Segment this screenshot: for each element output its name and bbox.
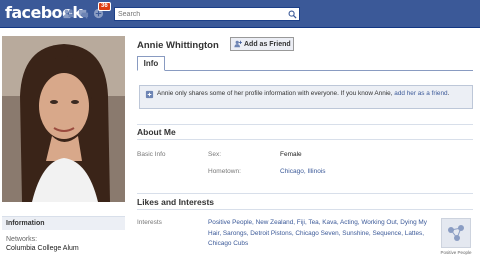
basic-info-label: Basic Info xyxy=(137,151,166,158)
tab-divider xyxy=(137,70,473,71)
positive-people-page-icon[interactable] xyxy=(441,218,471,248)
notice-period: . xyxy=(447,90,450,97)
info-icon xyxy=(145,90,154,99)
add-friend-label: Add as Friend xyxy=(244,40,291,48)
about-divider xyxy=(137,124,473,125)
profile-name: Annie Whittington xyxy=(137,40,219,51)
likes-divider xyxy=(137,193,473,194)
sidebar-info: Information Networks: Columbia College A… xyxy=(2,216,125,258)
messages-icon[interactable] xyxy=(78,8,89,19)
networks-label: Networks: xyxy=(6,236,38,243)
sidebar-info-header: Information xyxy=(2,216,125,230)
sex-label: Sex: xyxy=(208,151,222,158)
search-box[interactable] xyxy=(114,7,300,21)
search-icon[interactable] xyxy=(288,10,297,19)
about-title: About Me xyxy=(137,127,176,137)
tab-info[interactable]: Info xyxy=(137,56,165,71)
interests-label: Interests xyxy=(137,219,162,226)
add-her-link[interactable]: add her as a friend xyxy=(394,90,447,97)
interests-value[interactable]: Positive People, New Zealand, Fiji, Tea,… xyxy=(208,218,428,250)
hometown-label: Hometown: xyxy=(208,168,241,175)
add-friend-button[interactable]: Add as Friend xyxy=(230,37,294,51)
privacy-notice: Annie only shares some of her profile in… xyxy=(139,85,473,109)
sex-value: Female xyxy=(280,151,302,158)
likes-underline xyxy=(137,209,473,210)
notice-text: Annie only shares some of her profile in… xyxy=(157,90,395,97)
page-caption[interactable]: Positive People xyxy=(438,250,474,255)
top-bar: facebook 36 xyxy=(0,0,480,28)
networks-value: Columbia College Alum xyxy=(6,245,79,252)
friends-icon[interactable] xyxy=(63,8,74,19)
add-friend-icon xyxy=(234,40,242,48)
profile-photo[interactable] xyxy=(2,36,125,202)
hometown-value[interactable]: Chicago, Illinois xyxy=(280,168,326,175)
search-input[interactable] xyxy=(115,8,285,20)
about-underline xyxy=(137,139,473,140)
notification-badge[interactable]: 36 xyxy=(98,2,111,11)
likes-title: Likes and Interests xyxy=(137,197,215,207)
